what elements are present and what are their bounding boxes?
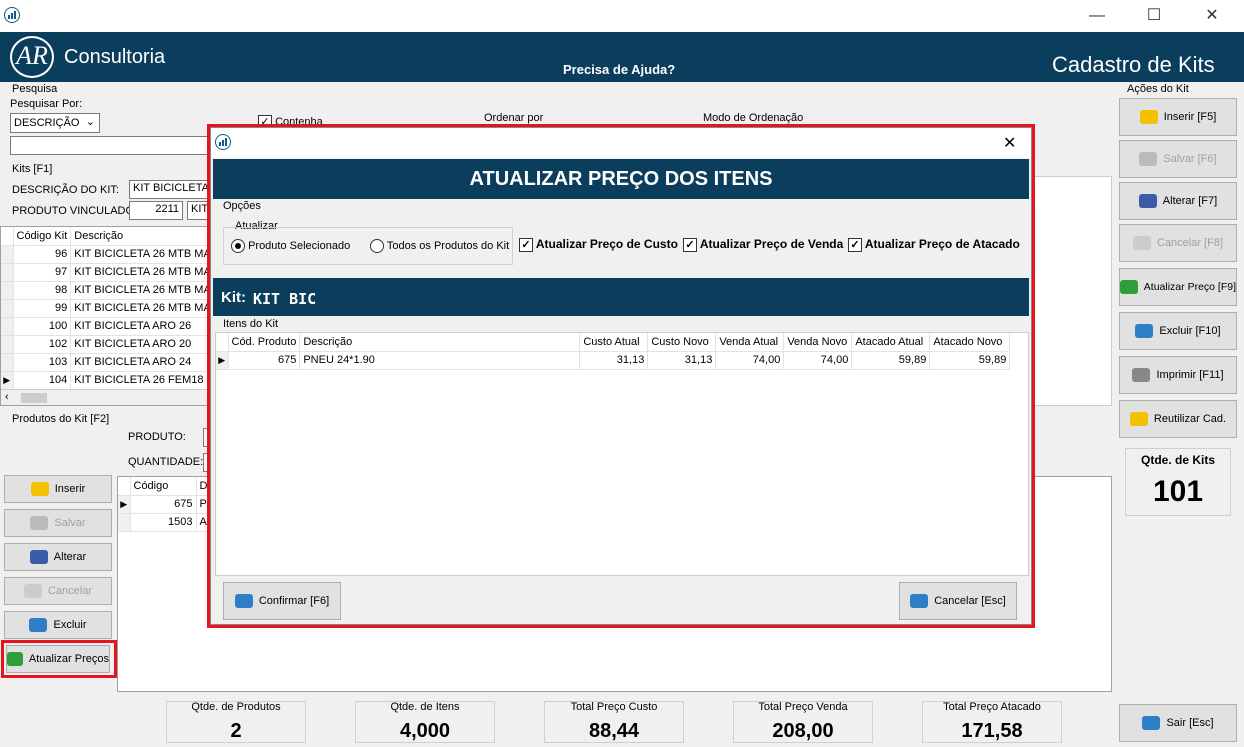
kits-count-box: Qtde. de Kits 101 xyxy=(1125,448,1231,516)
cancel-icon xyxy=(1132,236,1151,250)
kit-delete-button[interactable]: Excluir [F10] xyxy=(1119,312,1237,350)
column-header[interactable]: Código Kit xyxy=(13,227,72,246)
kit-detail-area xyxy=(1030,176,1112,406)
edit-icon xyxy=(1138,194,1157,208)
total-value: 208,00 xyxy=(772,720,834,742)
kit-reuse-button[interactable]: Reutilizar Cad. xyxy=(1119,400,1237,438)
eraser-icon xyxy=(29,618,48,632)
brand-name: Consultoria xyxy=(64,46,166,68)
scroll-left-icon[interactable]: ‹ xyxy=(5,391,9,403)
floppy-icon xyxy=(1139,152,1158,166)
table-row[interactable]: 96 KIT BICICLETA 26 MTB MASC xyxy=(1,245,214,264)
table-row[interactable]: 100 KIT BICICLETA ARO 26 xyxy=(1,317,214,336)
total-label: Total Preço Custo xyxy=(570,701,658,713)
order-by-label: Ordenar por xyxy=(484,112,544,124)
page-title: Cadastro de Kits xyxy=(1052,52,1215,77)
maximize-button[interactable]: ☐ xyxy=(1144,6,1164,26)
copy-icon xyxy=(1129,412,1148,426)
column-header[interactable]: Descrição xyxy=(70,227,214,246)
linked-product-label: PRODUTO VINCULADO: xyxy=(12,205,138,217)
total-label: Qtde. de Itens xyxy=(390,701,460,713)
kit-desc-label: DESCRIÇÃO DO KIT: xyxy=(12,184,119,196)
cancel-icon xyxy=(23,584,42,598)
scrollbar-thumb[interactable] xyxy=(21,393,47,403)
minimize-button[interactable]: — xyxy=(1087,6,1107,26)
quantity-label: QUANTIDADE: xyxy=(128,456,204,468)
search-by-label: Pesquisar Por: xyxy=(10,98,83,110)
kit-desc-input[interactable]: KIT BICICLETA 2 xyxy=(129,180,214,199)
table-row[interactable]: ▶ 104 KIT BICICLETA 26 FEM18 MA xyxy=(1,371,214,390)
table-row[interactable]: 102 KIT BICICLETA ARO 20 xyxy=(1,335,214,354)
logo-icon: AR xyxy=(10,36,54,78)
edit-icon xyxy=(29,550,48,564)
kit-print-button[interactable]: Imprimir [F11] xyxy=(1119,356,1237,394)
kit-cancel-button[interactable]: Cancelar [F8] xyxy=(1119,224,1237,262)
floppy-icon xyxy=(30,516,49,530)
table-row[interactable]: 1503 AR xyxy=(118,513,219,532)
linked-product-code[interactable]: 2211 xyxy=(129,201,183,220)
kits-count-value: 101 xyxy=(1152,475,1204,508)
chevron-down-icon: ⌄ xyxy=(85,116,95,128)
eraser-icon xyxy=(1135,324,1154,338)
total-value: 88,44 xyxy=(588,720,640,742)
door-icon xyxy=(1142,716,1161,730)
search-by-select[interactable]: DESCRIÇÃO ⌄ xyxy=(10,113,100,133)
column-header[interactable]: Código xyxy=(130,477,197,496)
total-items-box: Qtde. de Itens 4,000 xyxy=(355,701,495,743)
close-button[interactable]: ✕ xyxy=(1202,6,1222,26)
dialog-highlight-box xyxy=(207,124,1035,628)
window-titlebar: — ☐ ✕ xyxy=(0,0,1244,32)
total-label: Total Preço Venda xyxy=(758,701,848,713)
app-icon xyxy=(4,7,20,23)
edit-product-button[interactable]: Alterar xyxy=(4,543,112,571)
order-mode-label: Modo de Ordenação xyxy=(703,112,804,124)
product-label: PRODUTO: xyxy=(128,431,186,443)
delete-product-button[interactable]: Excluir xyxy=(4,611,112,639)
search-input[interactable] xyxy=(10,136,210,155)
search-group-label: Pesquisa xyxy=(12,83,58,95)
exit-button[interactable]: Sair [Esc] xyxy=(1119,704,1237,742)
help-link[interactable]: Precisa de Ajuda? xyxy=(563,62,675,77)
kits-group-label: Kits [F1] xyxy=(12,163,53,175)
save-product-button[interactable]: Salvar xyxy=(4,509,112,537)
total-value: 171,58 xyxy=(961,720,1023,742)
kit-save-button[interactable]: Salvar [F6] xyxy=(1119,140,1237,178)
total-sale-box: Total Preço Venda 208,00 xyxy=(733,701,873,743)
insert-product-button[interactable]: Inserir xyxy=(4,475,112,503)
app-header: AR Consultoria Precisa de Ajuda? Cadastr… xyxy=(0,32,1244,82)
total-wholesale-box: Total Preço Atacado 171,58 xyxy=(922,701,1062,743)
actions-group-label: Ações do Kit xyxy=(1127,83,1189,95)
kits-count-label: Qtde. de Kits xyxy=(1140,453,1215,467)
table-row[interactable]: 97 KIT BICICLETA 26 MTB MASC xyxy=(1,263,214,282)
products-group-label: Produtos do Kit [F2] xyxy=(12,413,110,425)
total-value: 2 xyxy=(230,720,242,742)
kits-grid[interactable]: Código Kit Descrição 96 KIT BICICLETA 26 M… xyxy=(0,226,215,406)
row-pointer-icon: ▶ xyxy=(118,495,131,514)
table-row[interactable]: 98 KIT BICICLETA 26 MTB MASC xyxy=(1,281,214,300)
kit-edit-button[interactable]: Alterar [F7] xyxy=(1119,182,1237,220)
table-row[interactable]: 103 KIT BICICLETA ARO 24 xyxy=(1,353,214,372)
kit-insert-button[interactable]: Inserir [F5] xyxy=(1119,98,1237,136)
refresh-icon xyxy=(1120,280,1138,294)
cancel-product-button[interactable]: Cancelar xyxy=(4,577,112,605)
highlight-box xyxy=(1,640,117,678)
row-pointer-icon: ▶ xyxy=(1,371,14,390)
table-row[interactable]: 99 KIT BICICLETA 26 MTB MASC xyxy=(1,299,214,318)
table-row[interactable]: ▶ 675 PN xyxy=(118,495,219,514)
printer-icon xyxy=(1132,368,1151,382)
plus-icon xyxy=(1139,110,1158,124)
total-label: Qtde. de Produtos xyxy=(191,701,281,713)
total-products-box: Qtde. de Produtos 2 xyxy=(166,701,306,743)
horizontal-scrollbar[interactable]: ‹ xyxy=(1,389,214,405)
total-cost-box: Total Preço Custo 88,44 xyxy=(544,701,684,743)
kit-update-price-button[interactable]: Atualizar Preço [F9] xyxy=(1119,268,1237,306)
total-value: 4,000 xyxy=(399,720,451,742)
total-label: Total Preço Atacado xyxy=(943,701,1041,713)
plus-icon xyxy=(30,482,49,496)
